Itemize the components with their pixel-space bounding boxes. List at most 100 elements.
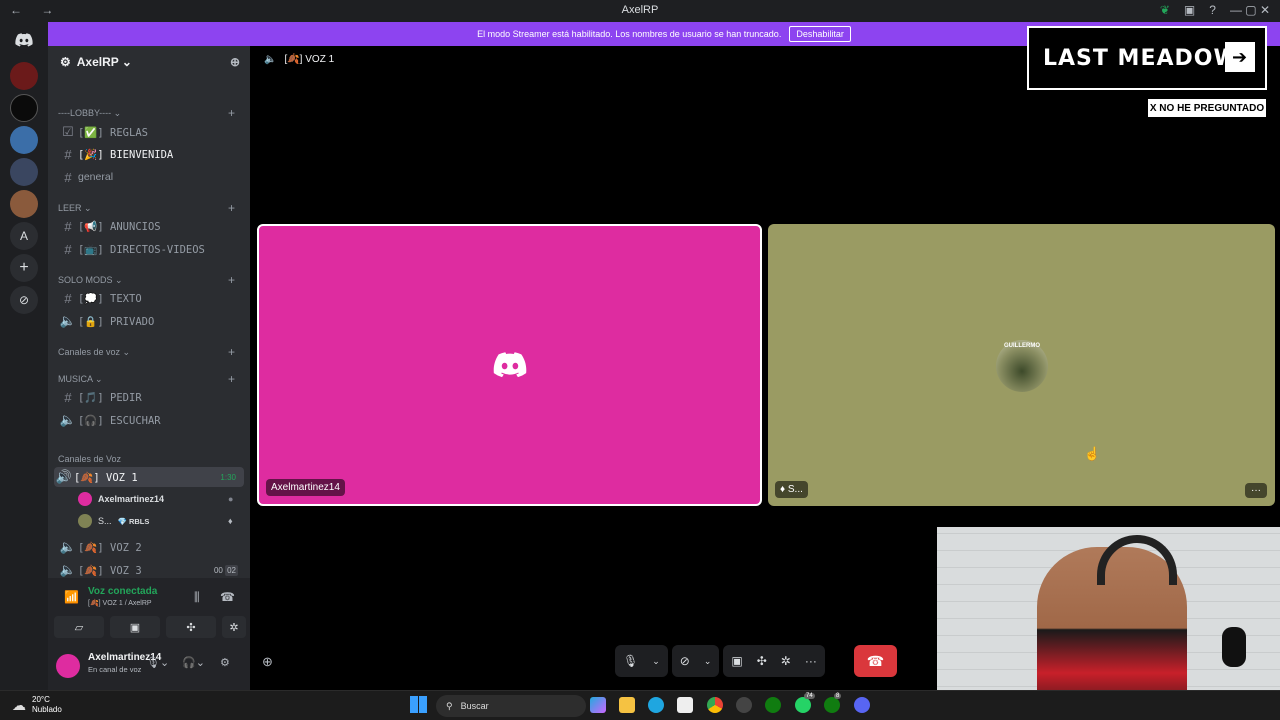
discord-logo-icon bbox=[493, 352, 527, 378]
server-icon-1[interactable] bbox=[10, 62, 38, 90]
hang-up-button[interactable]: ☎ bbox=[854, 645, 897, 677]
add-channel-icon[interactable]: + bbox=[228, 345, 235, 359]
user-avatar[interactable] bbox=[56, 654, 80, 678]
member-name: S... bbox=[98, 516, 112, 526]
invite-to-voice-icon[interactable]: ⊕ bbox=[262, 654, 273, 670]
copilot-icon[interactable] bbox=[590, 697, 606, 713]
category-leer[interactable]: LEER ⌄ + bbox=[58, 201, 235, 215]
extra-controls: ▣ ✣ ✲ ··· bbox=[723, 645, 825, 677]
channel-voz1[interactable]: 🔊 [🍂] VOZ 1 1:30 bbox=[54, 467, 244, 487]
voice-connection-panel: 📶 Voz conectada [🍂] VOZ 1 / AxelRP ⫼ ☎ ▱… bbox=[48, 578, 250, 690]
chrome-icon[interactable] bbox=[707, 697, 723, 713]
explore-icon[interactable]: ⊘ bbox=[10, 286, 38, 314]
channel-voz2[interactable]: 🔈 [🍂] VOZ 2 bbox=[58, 537, 244, 557]
soundboard-icon[interactable]: ✲ bbox=[781, 654, 791, 668]
channel-privado[interactable]: 🔈 [🔒] PRIVADO bbox=[58, 311, 244, 331]
voice-member[interactable]: S... 💎 RBLS ♦ bbox=[78, 511, 233, 531]
activities-button[interactable]: ✣ bbox=[166, 616, 216, 638]
server-icon-axelrp[interactable] bbox=[10, 190, 38, 218]
weather-desc: Nublado bbox=[32, 705, 62, 714]
channel-bienvenida[interactable]: # [🎉] BIENVENIDA bbox=[58, 144, 244, 164]
avatar bbox=[78, 492, 92, 506]
server-icon-2[interactable] bbox=[10, 94, 38, 122]
server-header[interactable]: ⚙ AxelRP ⌄ ⊕ bbox=[48, 46, 250, 78]
avatar-caption: GUILLERMO bbox=[1004, 343, 1040, 349]
channel-pedir[interactable]: # [🎵] PEDIR bbox=[58, 387, 244, 407]
window-controls[interactable]: ❦ ▣ ? — ▢ ✕ bbox=[1160, 3, 1270, 17]
gear-icon[interactable]: ⚙ bbox=[220, 656, 230, 669]
category-canales-de-voz[interactable]: Canales de voz ⌄ + bbox=[58, 345, 235, 359]
file-explorer-icon[interactable] bbox=[619, 697, 635, 713]
discord-home-icon[interactable] bbox=[10, 26, 38, 54]
playstation-icon: ♦ bbox=[228, 516, 233, 526]
arrow-right-icon: ➔ bbox=[1225, 42, 1255, 72]
chevron-down-icon[interactable]: ⌄ bbox=[704, 656, 712, 667]
inbox-icon[interactable]: ▣ bbox=[1184, 3, 1195, 17]
video-tile-other[interactable]: GUILLERMO ♦ S... ··· ☝ bbox=[768, 224, 1275, 506]
add-channel-icon[interactable]: + bbox=[228, 201, 235, 215]
weather-widget[interactable]: ☁ 20°C Nublado bbox=[12, 695, 62, 715]
camera-off-button[interactable]: ▱ bbox=[54, 616, 104, 638]
channel-directos[interactable]: # [📺] DIRECTOS-VIDEOS bbox=[58, 239, 244, 259]
store-icon[interactable] bbox=[677, 697, 693, 713]
soundboard-button[interactable]: ✲ bbox=[222, 616, 246, 638]
category-musica[interactable]: MUSICA ⌄ + bbox=[58, 372, 235, 386]
category-canales-voz[interactable]: Canales de Voz bbox=[58, 454, 121, 464]
discord-taskbar-icon[interactable] bbox=[854, 697, 870, 713]
channel-label: [💭] TEXTO bbox=[78, 292, 142, 305]
window-title: AxelRP bbox=[621, 4, 659, 16]
xbox-app-icon[interactable] bbox=[824, 697, 840, 713]
channel-escuchar[interactable]: 🔈 [🎧] ESCUCHAR bbox=[58, 410, 244, 430]
more-icon[interactable]: ··· bbox=[805, 654, 817, 668]
screen-share-button[interactable]: ▣ bbox=[110, 616, 160, 638]
screen-share-icon[interactable]: ▣ bbox=[731, 654, 742, 668]
add-server-icon[interactable]: + bbox=[10, 254, 38, 282]
channel-reglas[interactable]: ☑ [✅] REGLAS bbox=[58, 122, 244, 142]
app-icon[interactable] bbox=[736, 697, 752, 713]
channel-general[interactable]: # general bbox=[58, 167, 244, 187]
server-icon-3[interactable] bbox=[10, 126, 38, 154]
windows-start-icon[interactable] bbox=[410, 696, 427, 713]
badge-limit: 02 bbox=[225, 564, 238, 576]
disable-streamer-button[interactable]: Deshabilitar bbox=[789, 26, 851, 42]
more-options-icon[interactable]: ··· bbox=[1245, 483, 1267, 498]
disconnect-icon[interactable]: ☎ bbox=[220, 590, 235, 604]
window-buttons[interactable]: — ▢ ✕ bbox=[1230, 3, 1270, 17]
channel-voz3[interactable]: 🔈 [🍂] VOZ 3 00 02 bbox=[58, 560, 244, 580]
call-header: 🔈 [🍂] VOZ 1 bbox=[264, 54, 334, 65]
voice-member[interactable]: Axelmartinez14 ● bbox=[78, 489, 233, 509]
voice-location[interactable]: [🍂] VOZ 1 / AxelRP bbox=[88, 599, 152, 607]
whatsapp-icon[interactable] bbox=[795, 697, 811, 713]
mic-control[interactable]: 🎙 ⌄ bbox=[615, 645, 668, 677]
chevron-down-icon[interactable]: ⌄ bbox=[652, 656, 660, 667]
edge-icon[interactable] bbox=[648, 697, 664, 713]
help-icon[interactable]: ? bbox=[1209, 3, 1216, 17]
headphones-icon[interactable]: 🎧⌄ bbox=[182, 656, 205, 669]
user-panel: Axelmartinez14 En canal de voz 🎙⌄ 🎧⌄ ⚙ bbox=[48, 646, 250, 690]
overlay-logo-text: LAST MEADOW bbox=[1043, 45, 1239, 71]
server-icon-4[interactable] bbox=[10, 158, 38, 186]
taskbar-search[interactable]: ⚲ Buscar bbox=[436, 695, 586, 717]
speaker-icon: 🔈 bbox=[59, 562, 77, 577]
microphone-icon[interactable]: 🎙⌄ bbox=[146, 656, 169, 669]
video-tile-self[interactable]: Axelmartinez14 bbox=[257, 224, 762, 506]
camera-off-icon[interactable]: ⊘ bbox=[680, 654, 690, 668]
xbox-icon[interactable] bbox=[765, 697, 781, 713]
camera-control[interactable]: ⊘ ⌄ bbox=[671, 645, 720, 677]
channel-texto[interactable]: # [💭] TEXTO bbox=[58, 288, 244, 308]
channel-anuncios[interactable]: # [📢] ANUNCIOS bbox=[58, 216, 244, 236]
microphone-icon[interactable]: 🎙 bbox=[623, 654, 638, 668]
add-channel-icon[interactable]: + bbox=[228, 273, 235, 287]
leaf-icon[interactable]: ❦ bbox=[1160, 3, 1170, 17]
category-solo-mods[interactable]: SOLO MODS ⌄ + bbox=[58, 273, 235, 287]
voice-connected-label[interactable]: Voz conectada bbox=[88, 586, 157, 597]
activities-icon[interactable]: ✣ bbox=[757, 654, 767, 668]
add-channel-icon[interactable]: + bbox=[228, 372, 235, 386]
title-bar: ← → AxelRP ❦ ▣ ? — ▢ ✕ bbox=[0, 0, 1280, 22]
phone-hangup-icon: ☎ bbox=[866, 652, 885, 669]
invite-icon[interactable]: ⊕ bbox=[230, 55, 240, 69]
add-channel-icon[interactable]: + bbox=[228, 106, 235, 120]
category-lobby[interactable]: ----LOBBY---- ⌄ + bbox=[58, 106, 235, 120]
noise-icon[interactable]: ⫼ bbox=[194, 590, 200, 605]
server-letter-icon[interactable]: A bbox=[10, 222, 38, 250]
